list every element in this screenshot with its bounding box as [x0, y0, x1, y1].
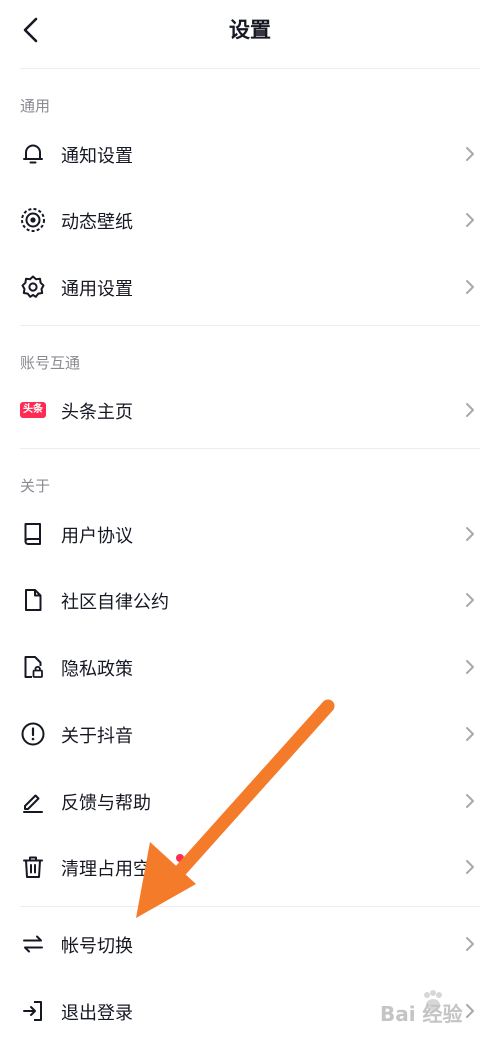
live-wallpaper-icon	[21, 208, 45, 232]
chevron-right-icon	[466, 280, 474, 294]
settings-item-community-guidelines[interactable]: 社区自律公约	[0, 572, 500, 628]
settings-item-live-wallpaper[interactable]: 动态壁纸	[0, 192, 500, 248]
divider	[20, 448, 480, 449]
settings-item-label: 通知设置	[61, 146, 133, 167]
watermark-text: Bai 经验	[380, 1002, 463, 1026]
section-label-account-link: 账号互通	[20, 354, 81, 372]
settings-item-label: 通用设置	[61, 279, 133, 300]
settings-item-user-agreement[interactable]: 用户协议	[0, 506, 500, 562]
pencil-icon	[23, 794, 43, 813]
chevron-right-icon	[466, 660, 474, 674]
gear-icon	[21, 275, 45, 298]
privacy-lock-document-icon	[24, 656, 43, 678]
logout-icon	[23, 1001, 42, 1021]
section-label-general: 通用	[20, 97, 51, 115]
settings-item-switch-account[interactable]: 帐号切换	[0, 916, 500, 972]
settings-item-label: 动态壁纸	[61, 212, 133, 233]
settings-item-general-settings[interactable]: 通用设置	[0, 259, 500, 315]
chevron-right-icon	[466, 794, 474, 808]
switch-arrows-icon	[23, 935, 43, 953]
book-icon	[24, 523, 41, 545]
section-label-about: 关于	[20, 477, 51, 495]
divider	[20, 325, 480, 326]
settings-item-label: 头条主页	[61, 402, 133, 423]
settings-item-notifications[interactable]: 通知设置	[0, 126, 500, 182]
settings-item-label: 反馈与帮助	[61, 793, 151, 814]
toutiao-badge-text: 头条	[23, 404, 43, 415]
settings-item-label: 帐号切换	[61, 936, 133, 957]
chevron-right-icon	[466, 937, 474, 951]
settings-item-label: 清理占用空间	[61, 859, 169, 880]
chevron-right-icon	[466, 527, 474, 541]
settings-item-feedback-help[interactable]: 反馈与帮助	[0, 773, 500, 829]
top-bar: 设置	[0, 0, 500, 60]
chevron-right-icon	[466, 403, 474, 417]
chevron-right-icon	[466, 727, 474, 741]
settings-item-label: 隐私政策	[61, 659, 133, 680]
red-dot-badge	[176, 854, 184, 862]
document-icon	[25, 589, 42, 611]
info-exclamation-icon	[21, 722, 45, 746]
settings-item-about-douyin[interactable]: 关于抖音	[0, 706, 500, 762]
chevron-right-icon	[466, 213, 474, 227]
chevron-right-icon	[466, 860, 474, 874]
chevron-right-icon	[466, 593, 474, 607]
settings-item-label: 社区自律公约	[61, 592, 169, 613]
settings-item-privacy-policy[interactable]: 隐私政策	[0, 639, 500, 695]
divider	[20, 68, 480, 69]
settings-item-toutiao-homepage[interactable]: 头条 头条主页	[0, 382, 500, 438]
settings-item-label: 用户协议	[61, 526, 133, 547]
chevron-right-icon	[466, 147, 474, 161]
settings-item-clear-storage[interactable]: 清理占用空间	[0, 839, 500, 895]
bell-icon	[23, 144, 43, 164]
page-title: 设置	[229, 18, 271, 42]
settings-item-label: 关于抖音	[61, 726, 133, 747]
watermark-logo: Bai 经验	[380, 988, 495, 1028]
settings-item-label: 退出登录	[61, 1003, 133, 1024]
trash-icon	[23, 856, 43, 878]
divider	[20, 906, 480, 907]
toutiao-logo-icon: 头条	[20, 402, 46, 418]
